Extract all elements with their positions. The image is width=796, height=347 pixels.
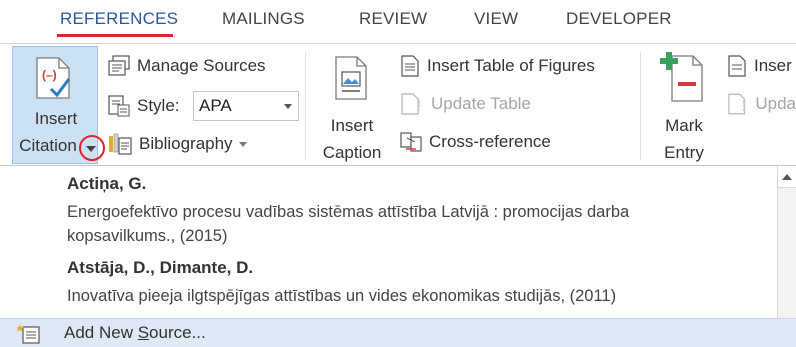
style-icon [108,95,130,117]
add-new-source-label: Add New Source... [64,323,206,342]
ribbon: (–) Insert Citation Manage Sources Style… [0,43,796,165]
source-author[interactable]: Actiņa, G. [67,174,146,194]
mark-entry-label-2: Entry [664,143,704,162]
source-title[interactable]: Inovatīva pieeja ilgtspējīgas attīstības… [67,284,767,308]
tab-view[interactable]: VIEW [474,9,518,29]
update-table-button[interactable]: ! Update Table [399,89,531,119]
svg-text:!: ! [416,98,421,115]
insert-caption-icon [335,56,367,100]
group-separator [305,52,306,160]
insert-caption-label-1: Insert [330,116,374,135]
update-index-button[interactable]: ! Upda [726,89,796,119]
group-separator [640,52,641,160]
insert-table-of-figures-button[interactable]: Insert Table of Figures [399,51,595,81]
tab-references[interactable]: REFERENCES [60,9,178,29]
chevron-down-icon [238,141,247,147]
insert-index-button[interactable]: Inser [726,51,796,81]
insert-table-of-figures-label: Insert Table of Figures [427,56,595,75]
insert-index-icon [728,55,746,77]
ribbon-tab-bar: REFERENCES MAILINGS REVIEW VIEW DEVELOPE… [0,0,796,43]
update-index-icon: ! [728,93,747,115]
manage-sources-icon [108,55,130,76]
bibliography-icon [109,133,132,155]
mark-entry-icon [660,52,703,102]
tab-developer[interactable]: DEVELOPER [566,9,672,29]
svg-text:(–): (–) [42,68,57,82]
bibliography-label: Bibliography [139,134,233,153]
cross-reference-label: Cross-reference [429,132,551,151]
mark-entry-button[interactable]: Mark Entry [648,50,720,162]
source-author[interactable]: Atstāja, D., Dimante, D. [67,258,253,278]
active-tab-underline [57,34,173,37]
update-table-icon: ! [401,93,421,115]
style-select-value: APA [199,96,232,115]
style-control: Style: [107,91,180,121]
style-select[interactable]: APA [193,91,299,121]
insert-index-label: Inser [754,56,792,75]
update-index-label: Upda [755,94,796,113]
source-title-continued[interactable]: kopsavilkums., (2015) [67,224,767,248]
gallery-scrollbar[interactable] [777,166,796,318]
insert-caption-button[interactable]: Insert Caption [314,50,390,162]
style-label: Style: [137,96,180,115]
add-new-source-item[interactable]: Add New Source... [0,318,796,347]
insert-citation-icon: (–) [36,57,71,99]
mark-entry-label-1: Mark [665,116,703,135]
tab-review[interactable]: REVIEW [359,9,427,29]
tab-mailings[interactable]: MAILINGS [222,9,305,29]
insert-citation-label-2: Citation [19,136,77,155]
insert-citation-label-1: Insert [34,109,78,128]
manage-sources-label: Manage Sources [137,56,266,75]
chevron-down-icon[interactable] [86,146,96,152]
scroll-up-button[interactable] [778,166,796,188]
insert-caption-label-2: Caption [322,143,382,162]
chevron-down-icon [284,104,292,109]
chevron-up-icon [782,174,792,180]
source-title[interactable]: Energoefektīvo procesu vadības sistēmas … [67,200,767,224]
table-of-figures-icon [401,55,419,77]
cross-reference-button[interactable]: Cross-reference [399,127,551,157]
bibliography-button[interactable]: Bibliography [107,129,247,159]
cross-reference-icon [400,132,422,152]
svg-text:!: ! [742,98,747,115]
update-table-label: Update Table [431,94,531,113]
add-source-icon [17,324,40,344]
manage-sources-button[interactable]: Manage Sources [107,51,266,81]
